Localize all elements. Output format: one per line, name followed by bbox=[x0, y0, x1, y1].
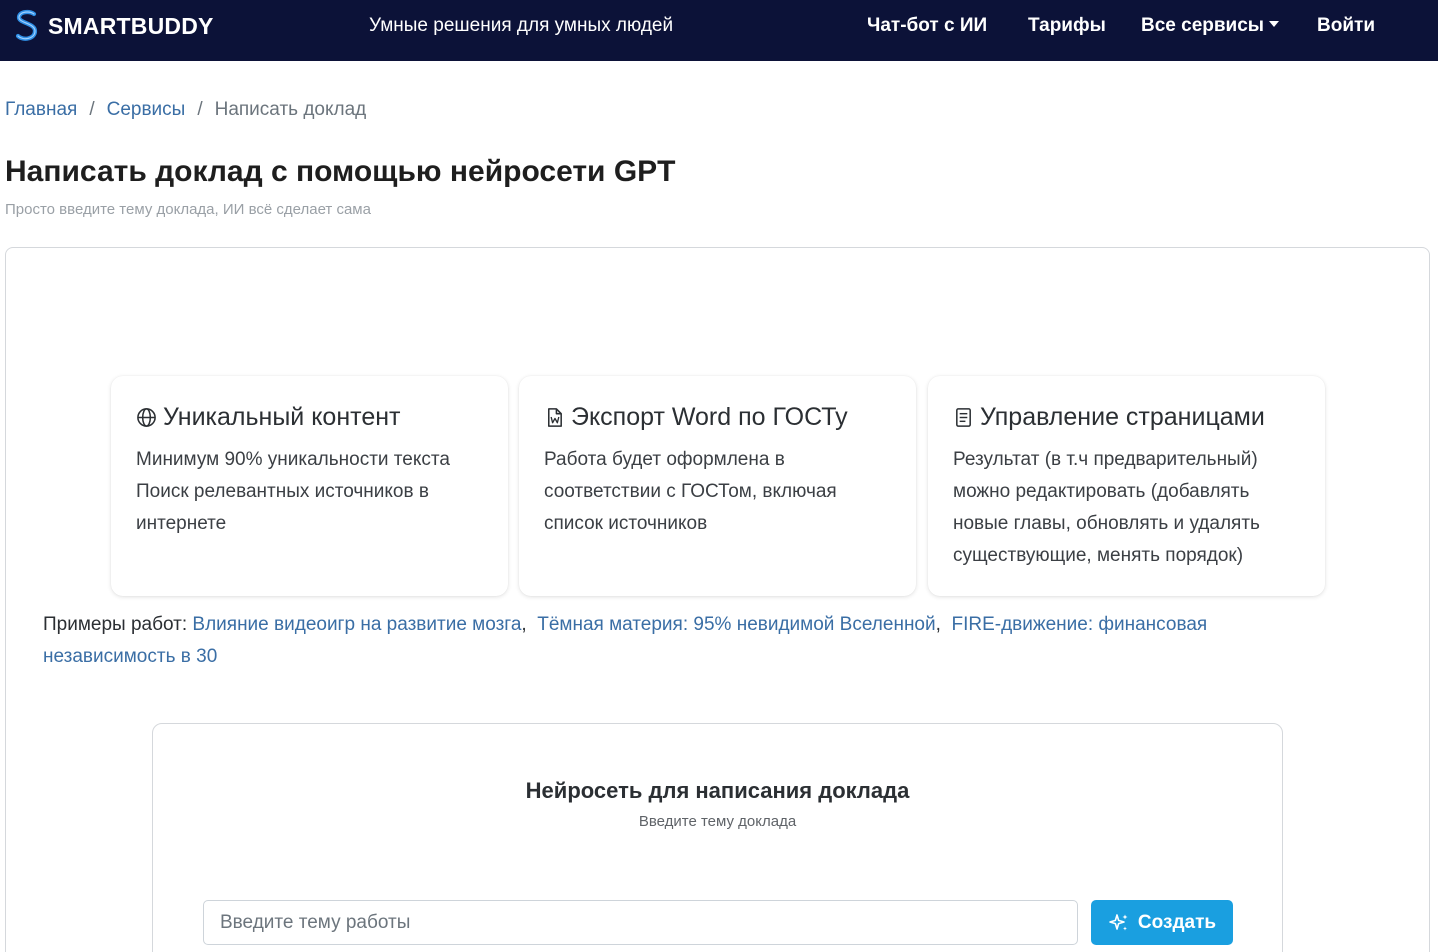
nav-login[interactable]: Войти bbox=[1317, 14, 1375, 38]
feature-title: Уникальный контент bbox=[163, 403, 401, 431]
feature-header: Управление страницами bbox=[953, 402, 1300, 432]
breadcrumb-services[interactable]: Сервисы bbox=[107, 99, 186, 120]
topic-input[interactable] bbox=[203, 900, 1078, 945]
examples-label: Примеры работ: bbox=[43, 614, 188, 635]
report-generator-card: Нейросеть для написания доклада Введите … bbox=[152, 723, 1283, 952]
nav-chat-bot[interactable]: Чат-бот с ИИ bbox=[867, 14, 987, 38]
generator-subtitle: Введите тему доклада bbox=[638, 813, 797, 830]
document-icon bbox=[956, 407, 971, 427]
top-navbar: SMARTBUDDY Умные решения для умных людей… bbox=[0, 0, 1438, 61]
create-button[interactable]: Создать bbox=[1091, 900, 1233, 945]
generator-title: Нейросеть для написания доклада bbox=[525, 778, 910, 803]
sparkle-icon bbox=[1109, 913, 1128, 930]
feature-line: Минимум 90% уникальности текста bbox=[136, 449, 450, 470]
feature-card-unique-content: Уникальный контент Минимум 90% уникально… bbox=[111, 376, 508, 596]
nav-all-services-dropdown[interactable]: Все сервисы bbox=[1141, 14, 1280, 38]
feature-description: Минимум 90% уникальности текста Поиск ре… bbox=[136, 444, 483, 540]
feature-header: Уникальный контент bbox=[136, 402, 483, 432]
feature-card-page-management: Управление страницами Результат (в т.ч п… bbox=[928, 376, 1325, 596]
feature-description: Работа будет оформлена в соответствии с … bbox=[544, 449, 837, 534]
feature-card-word-export: Экспорт Word по ГОСТу Работа будет оформ… bbox=[519, 376, 916, 596]
globe-icon bbox=[137, 407, 156, 427]
create-button-label: Создать bbox=[1137, 911, 1217, 933]
breadcrumb-home[interactable]: Главная bbox=[5, 99, 77, 120]
feature-line: Поиск релевантных источников в интернете bbox=[136, 481, 429, 534]
nav-all-services-label: Все сервисы bbox=[1141, 15, 1265, 36]
example-link[interactable]: Тёмная материя: 95% невидимой Вселенной bbox=[537, 614, 935, 635]
example-link[interactable]: Влияние видеоигр на развитие мозга bbox=[192, 614, 521, 635]
word-file-icon bbox=[548, 407, 562, 427]
page-title: Написать доклад с помощью нейросети GPT bbox=[5, 155, 676, 188]
breadcrumb-separator: / bbox=[89, 99, 95, 120]
feature-title: Управление страницами bbox=[980, 403, 1265, 431]
nav-tariffs[interactable]: Тарифы bbox=[1028, 14, 1106, 38]
breadcrumb: Главная / Сервисы / Написать доклад bbox=[5, 98, 366, 122]
feature-title: Экспорт Word по ГОСТу bbox=[571, 403, 848, 431]
breadcrumb-current: Написать доклад bbox=[214, 99, 367, 120]
examples-row: Примеры работ: Влияние видеоигр на разви… bbox=[43, 614, 1208, 667]
caret-down-icon bbox=[1269, 21, 1280, 28]
feature-description: Результат (в т.ч предварительный) можно … bbox=[953, 449, 1260, 566]
feature-header: Экспорт Word по ГОСТу bbox=[544, 402, 891, 432]
breadcrumb-separator: / bbox=[197, 99, 203, 120]
page-subtitle: Просто введите тему доклада, ИИ всё сдел… bbox=[5, 201, 371, 218]
main-nav: Чат-бот с ИИ Тарифы Все сервисы Войти bbox=[0, 14, 1438, 38]
